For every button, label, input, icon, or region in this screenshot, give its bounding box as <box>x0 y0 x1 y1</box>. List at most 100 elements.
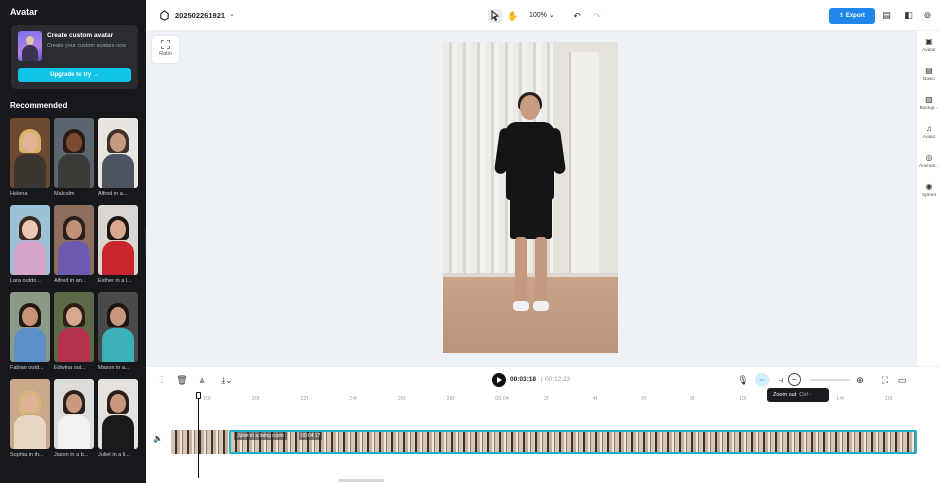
avatar-card[interactable]: Malcolm <box>54 118 94 197</box>
project-menu-icon[interactable] <box>159 10 170 21</box>
sidebar-item-background[interactable]: ▨ Backgr... <box>917 95 940 111</box>
speed-icon: ◉ <box>925 182 933 191</box>
avatar-card[interactable]: Mason in a... <box>98 292 138 371</box>
avatar-thumbnail <box>54 379 94 449</box>
ruler-tick-label: 20f <box>251 396 260 402</box>
avatar-name: Fabian outd... <box>10 365 44 371</box>
zoom-out-icon[interactable]: − <box>788 373 801 386</box>
ratio-label: Ratio <box>159 51 172 57</box>
upgrade-button[interactable]: Upgrade to try → <box>18 68 131 82</box>
avatar-name: Edwina out... <box>54 365 86 371</box>
ratio-button[interactable]: Ratio <box>152 36 179 63</box>
zoom-out-tooltip: Zoom out Ctrl - <box>767 388 829 402</box>
sidebar-item-avatar[interactable]: ▣ Avatar <box>917 37 940 53</box>
current-time: 00:03:18 <box>510 376 537 383</box>
chevron-down-icon[interactable]: ⌄ <box>229 10 235 18</box>
tooltip-shortcut: Ctrl - <box>799 392 812 398</box>
split-audio-icon[interactable]: ⫞ <box>775 374 787 386</box>
avatar-card[interactable]: Sophia in th... <box>10 379 50 458</box>
sidebar-item-label: Speed <box>922 193 936 198</box>
ratio-icon <box>161 40 170 49</box>
download-icon[interactable]: ⤓⌄ <box>216 374 238 386</box>
avatar-card[interactable]: Alfred in an... <box>54 205 94 284</box>
sidebar-item-basic[interactable]: ▤ Basic <box>917 66 940 82</box>
playhead-handle[interactable] <box>196 392 201 399</box>
zoom-slider[interactable] <box>810 379 850 381</box>
top-bar: 202502261921 ⌄ ✋ 100% ⌄ ↶ ↷ ⇪ Export ▤ ◧… <box>146 0 940 31</box>
time-separator: | <box>541 376 543 383</box>
ruler-tick-label: 4f <box>592 396 598 402</box>
basic-icon: ▤ <box>925 66 933 75</box>
app-window: Avatar Create custom avatar Create your … <box>0 0 940 483</box>
preview-canvas: Ratio <box>146 31 916 366</box>
ruler-tick-label: 10f <box>203 396 211 402</box>
avatar-card[interactable]: Alfred in a... <box>98 118 138 197</box>
tooltip-label: Zoom out <box>773 392 797 398</box>
sidebar-item-label: Animati... <box>919 164 939 169</box>
panel-title: Avatar <box>10 7 38 17</box>
redo-icon[interactable]: ↷ <box>590 9 604 23</box>
avatar-name: Juliet in a li... <box>98 452 130 458</box>
link-icon[interactable]: ⇔ <box>755 373 769 387</box>
ruler-tick-label: 6f <box>641 396 646 402</box>
sidebar-item-label: Audio <box>922 135 936 140</box>
avatar-name: Alfred in an... <box>54 278 87 284</box>
volume-icon[interactable]: 🔈 <box>153 434 163 443</box>
selected-clip[interactable] <box>229 430 917 454</box>
export-label: Export <box>845 13 865 19</box>
horizontal-scrollbar[interactable] <box>338 479 384 482</box>
promo-thumbnail <box>18 31 42 61</box>
avatar-thumbnail <box>98 118 138 188</box>
sidebar-item-speed[interactable]: ◉ Speed <box>917 182 940 198</box>
avatar-card[interactable]: Fabian outd... <box>10 292 50 371</box>
video-preview[interactable] <box>443 42 618 353</box>
play-button[interactable] <box>492 373 506 387</box>
ruler-tick-label: 28f <box>446 396 455 402</box>
avatar-card[interactable]: Esther in a l... <box>98 205 138 284</box>
display-icon[interactable]: ▭ <box>896 374 908 386</box>
clip-duration: 00:04:17 <box>299 432 323 440</box>
settings-icon[interactable]: ⊚ <box>921 9 934 22</box>
custom-avatar-promo: Create custom avatar Create your custom … <box>11 25 138 89</box>
undo-icon[interactable]: ↶ <box>570 9 584 23</box>
avatar-thumbnail <box>98 292 138 362</box>
avatar-name: Esther in a l... <box>98 278 132 284</box>
sidebar-item-animation[interactable]: ◎ Animati... <box>917 153 940 169</box>
freeze-icon[interactable]: ⩓ <box>196 374 208 386</box>
avatar-thumbnail <box>54 118 94 188</box>
sidebar-item-label: Avatar <box>922 48 936 53</box>
export-button[interactable]: ⇪ Export <box>829 8 875 24</box>
avatar-card[interactable]: Jason in a b... <box>54 379 94 458</box>
track-area: 🔈 Juliet in a living room 00:04:17 <box>146 406 940 483</box>
zoom-in-icon[interactable]: ⊕ <box>854 374 866 386</box>
animation-icon: ◎ <box>925 153 933 162</box>
recommended-heading: Recommended <box>10 101 68 110</box>
sidebar-item-audio[interactable]: ♫ Audio <box>917 124 940 140</box>
layout-icon[interactable]: ▤ <box>880 9 893 22</box>
project-name[interactable]: 202502261921 <box>175 11 225 20</box>
avatar-thumbnail <box>10 205 50 275</box>
split-icon[interactable]: ⌶ <box>156 374 168 386</box>
zoom-level[interactable]: 100% ⌄ <box>529 11 555 19</box>
playhead[interactable] <box>198 392 199 478</box>
delete-icon[interactable]: 🗑 <box>176 374 188 386</box>
avatar-card[interactable]: Helena <box>10 118 50 197</box>
microphone-icon[interactable]: 🎙 <box>737 374 749 386</box>
sidebar-item-label: Backgr... <box>919 106 939 111</box>
fullscreen-icon[interactable]: ⛶ <box>879 374 891 386</box>
clip-label: Juliet in a living room <box>234 432 287 440</box>
ruler-tick-label: 10f <box>738 396 747 402</box>
avatar-name: Mason in a... <box>98 365 130 371</box>
avatar-card[interactable]: Lara outdo... <box>10 205 50 284</box>
select-pointer-icon[interactable] <box>488 9 502 23</box>
zoom-value: 100% <box>529 12 547 19</box>
panel-toggle-icon[interactable]: ◧ <box>902 9 915 22</box>
avatar-card[interactable]: Edwina out... <box>54 292 94 371</box>
audio-icon: ♫ <box>926 124 932 133</box>
total-time: 00:12:23 <box>545 376 571 383</box>
avatar-thumbnail <box>10 118 50 188</box>
hand-pan-icon[interactable]: ✋ <box>506 9 520 23</box>
avatar-name: Jason in a b... <box>54 452 89 458</box>
ruler-tick-label: 26f <box>397 396 406 402</box>
avatar-card[interactable]: Juliet in a li... <box>98 379 138 458</box>
